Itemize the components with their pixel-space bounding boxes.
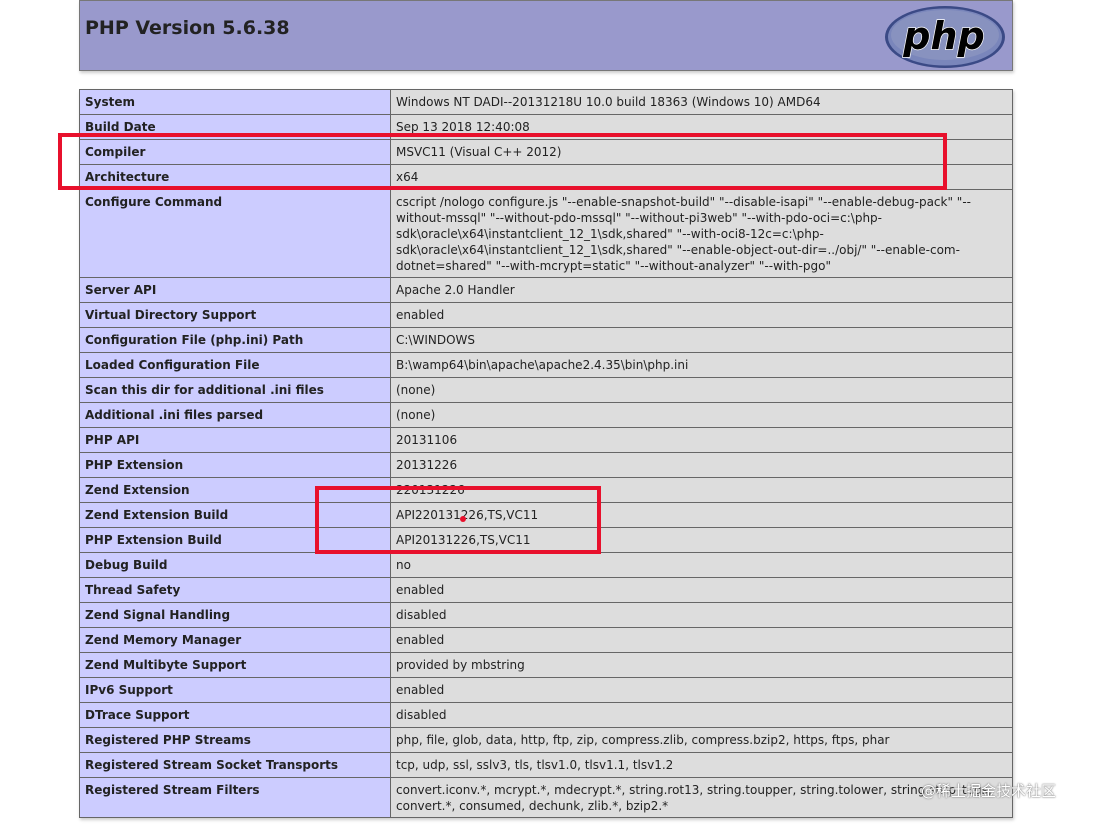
- php-info-table: System Windows NT DADI--20131218U 10.0 bu…: [79, 89, 1013, 818]
- row-value: MSVC11 (Visual C++ 2012): [390, 139, 1013, 165]
- row-value: API20131226,TS,VC11: [390, 527, 1013, 553]
- table-row: Debug Build no: [79, 552, 1013, 578]
- row-label: Registered Stream Socket Transports: [79, 752, 391, 778]
- row-label: System: [79, 89, 391, 115]
- row-value: x64: [390, 164, 1013, 190]
- row-label: Configure Command: [79, 189, 391, 278]
- row-value: no: [390, 552, 1013, 578]
- table-row: Registered Stream Filters convert.iconv.*…: [79, 777, 1013, 818]
- row-value: convert.iconv.*, mcrypt.*, mdecrypt.*, s…: [390, 777, 1013, 818]
- row-value: enabled: [390, 677, 1013, 703]
- table-row: Server API Apache 2.0 Handler: [79, 277, 1013, 303]
- row-label: Scan this dir for additional .ini files: [79, 377, 391, 403]
- row-value: 20131106: [390, 427, 1013, 453]
- row-value: API220131226,TS,VC11: [390, 502, 1013, 528]
- table-row: PHP API 20131106: [79, 427, 1013, 453]
- row-label: Zend Extension Build: [79, 502, 391, 528]
- row-value: Windows NT DADI--20131218U 10.0 build 18…: [390, 89, 1013, 115]
- row-value: enabled: [390, 627, 1013, 653]
- row-value: (none): [390, 377, 1013, 403]
- table-row: DTrace Support disabled: [79, 702, 1013, 728]
- row-label: IPv6 Support: [79, 677, 391, 703]
- table-row: PHP Extension Build API20131226,TS,VC11: [79, 527, 1013, 553]
- page-title: PHP Version 5.6.38: [85, 17, 290, 39]
- table-row: Registered PHP Streams php, file, glob, d…: [79, 727, 1013, 753]
- row-label: Configuration File (php.ini) Path: [79, 327, 391, 353]
- table-row: Loaded Configuration File B:\wamp64\bin\a…: [79, 352, 1013, 378]
- table-row: Additional .ini files parsed (none): [79, 402, 1013, 428]
- row-label: Server API: [79, 277, 391, 303]
- highlight-dot: [460, 516, 466, 522]
- row-value: C:\WINDOWS: [390, 327, 1013, 353]
- row-label: Additional .ini files parsed: [79, 402, 391, 428]
- row-value: enabled: [390, 577, 1013, 603]
- table-row: Configuration File (php.ini) Path C:\WIND…: [79, 327, 1013, 353]
- row-value: disabled: [390, 602, 1013, 628]
- table-row: Scan this dir for additional .ini files(…: [79, 377, 1013, 403]
- row-value: Apache 2.0 Handler: [390, 277, 1013, 303]
- row-value: Sep 13 2018 12:40:08: [390, 114, 1013, 140]
- row-label: Zend Signal Handling: [79, 602, 391, 628]
- row-value: B:\wamp64\bin\apache\apache2.4.35\bin\ph…: [390, 352, 1013, 378]
- row-label: Registered PHP Streams: [79, 727, 391, 753]
- row-value: disabled: [390, 702, 1013, 728]
- row-value: provided by mbstring: [390, 652, 1013, 678]
- row-value: (none): [390, 402, 1013, 428]
- page-header: PHP Version 5.6.38 php: [79, 0, 1013, 71]
- row-value: enabled: [390, 302, 1013, 328]
- table-row: Zend Signal Handling disabled: [79, 602, 1013, 628]
- row-label: Architecture: [79, 164, 391, 190]
- row-label: DTrace Support: [79, 702, 391, 728]
- table-row: Build Date Sep 13 2018 12:40:08: [79, 114, 1013, 140]
- row-label: Virtual Directory Support: [79, 302, 391, 328]
- table-row: Thread Safety enabled: [79, 577, 1013, 603]
- row-label: PHP Extension: [79, 452, 391, 478]
- row-label: PHP API: [79, 427, 391, 453]
- watermark: @稀土掘金技术社区: [921, 782, 1057, 800]
- row-value: 20131226: [390, 452, 1013, 478]
- row-label: Registered Stream Filters: [79, 777, 391, 818]
- row-value: 220131226: [390, 477, 1013, 503]
- table-row: System Windows NT DADI--20131218U 10.0 bu…: [79, 89, 1013, 115]
- row-label: Thread Safety: [79, 577, 391, 603]
- table-row: Compiler MSVC11 (Visual C++ 2012): [79, 139, 1013, 165]
- table-row: Virtual Directory Support enabled: [79, 302, 1013, 328]
- table-row: Zend Extension 220131226: [79, 477, 1013, 503]
- row-value: cscript /nologo configure.js "--enable-s…: [390, 189, 1013, 278]
- table-row: Zend Multibyte Support provided by mbstri…: [79, 652, 1013, 678]
- row-label: PHP Extension Build: [79, 527, 391, 553]
- table-row: Architecture x64: [79, 164, 1013, 190]
- row-label: Zend Memory Manager: [79, 627, 391, 653]
- table-row: Registered Stream Socket Transports tcp, …: [79, 752, 1013, 778]
- table-row: IPv6 Support enabled: [79, 677, 1013, 703]
- row-value: tcp, udp, ssl, sslv3, tls, tlsv1.0, tlsv…: [390, 752, 1013, 778]
- php-logo-text: php: [902, 14, 984, 58]
- table-row: Configure Command cscript /nologo configu…: [79, 189, 1013, 278]
- row-label: Compiler: [79, 139, 391, 165]
- row-label: Debug Build: [79, 552, 391, 578]
- row-label: Build Date: [79, 114, 391, 140]
- row-label: Zend Multibyte Support: [79, 652, 391, 678]
- row-label: Loaded Configuration File: [79, 352, 391, 378]
- php-logo: php: [885, 6, 1005, 68]
- row-value: php, file, glob, data, http, ftp, zip, c…: [390, 727, 1013, 753]
- table-row: Zend Extension Build API220131226,TS,VC11: [79, 502, 1013, 528]
- row-label: Zend Extension: [79, 477, 391, 503]
- table-row: PHP Extension 20131226: [79, 452, 1013, 478]
- table-row: Zend Memory Manager enabled: [79, 627, 1013, 653]
